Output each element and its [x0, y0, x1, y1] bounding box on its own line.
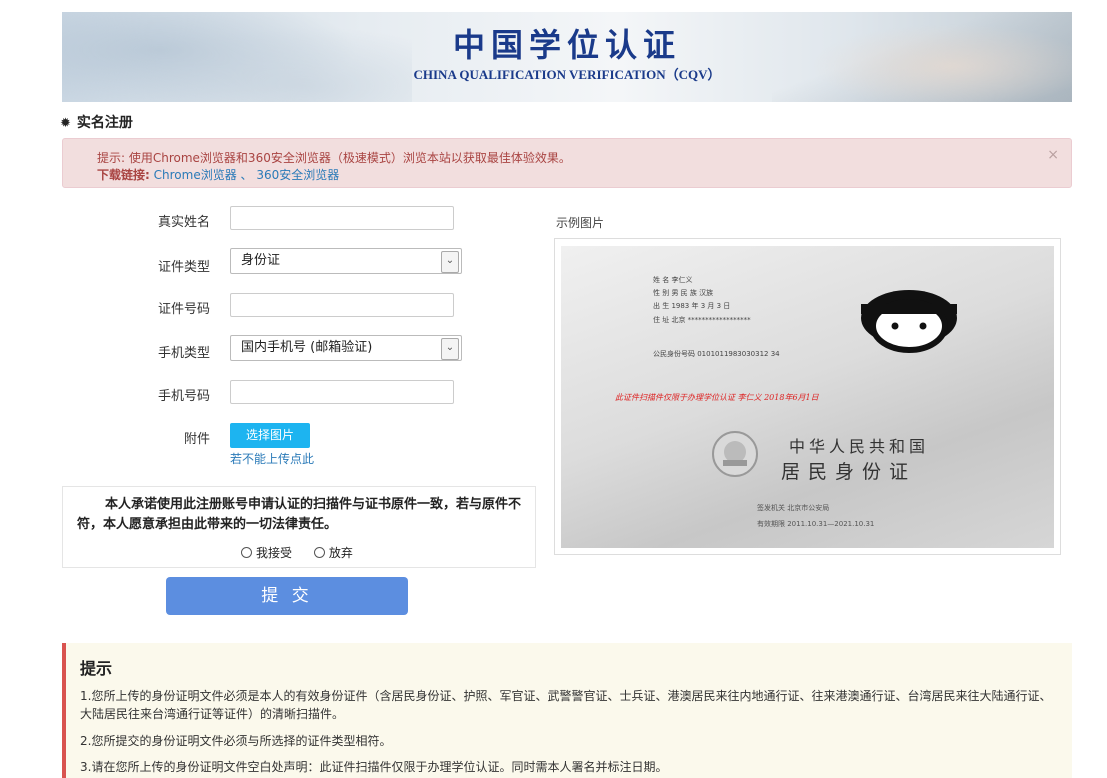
- id-number-label: 证件号码: [157, 302, 210, 317]
- submit-button[interactable]: 提 交: [166, 577, 408, 615]
- banner-title-cn: 中国学位认证: [452, 26, 681, 64]
- promise-box: 本人承诺使用此注册账号申请认证的扫描件与证书原件一致，若与原件不符，本人愿意承担…: [62, 486, 536, 568]
- card-validity-line: 有效期限 2011.10.31—2021.10.31: [757, 519, 874, 528]
- id-number-input[interactable]: [230, 293, 454, 317]
- tips-heading: 提示: [80, 659, 113, 678]
- gear-bullet-icon: ✹: [60, 116, 71, 131]
- sample-image-label: 示例图片: [556, 216, 605, 230]
- alert-tip-text: 使用Chrome浏览器和360安全浏览器（极速模式）浏览本站以获取最佳体验效果。: [125, 151, 571, 165]
- accept-label: 我接受: [256, 546, 293, 560]
- browser-alert: 提示: 使用Chrome浏览器和360安全浏览器（极速模式）浏览本站以获取最佳体…: [62, 138, 1072, 188]
- section-title: ✹ 实名注册: [60, 112, 133, 132]
- tips-panel: 提示 1.您所上传的身份证明文件必须是本人的有效身份证件（含居民身份证、护照、军…: [62, 643, 1072, 778]
- id-type-value: 身份证: [241, 253, 281, 268]
- face-avatar-icon: [861, 290, 957, 353]
- cannot-upload-link[interactable]: 若不能上传点此: [230, 450, 314, 467]
- promise-radio-group: 我接受 放弃: [241, 544, 371, 561]
- phone-type-select[interactable]: 国内手机号 (邮箱验证) ⌄: [230, 335, 462, 361]
- alert-close-icon[interactable]: ×: [1047, 147, 1059, 163]
- banner-title-en: CHINA QUALIFICATION VERIFICATION（CQV）: [413, 67, 721, 82]
- alert-download-prefix: 下载链接:: [97, 168, 150, 182]
- phone-type-value: 国内手机号 (邮箱验证): [241, 340, 373, 355]
- radio-circle-icon[interactable]: [241, 547, 252, 558]
- tip-item-2: 2.您所提交的身份证明文件必须与所选择的证件类型相符。: [80, 734, 392, 748]
- national-emblem-icon: [712, 431, 758, 477]
- phone-type-label: 手机类型: [157, 346, 210, 361]
- card-authority-line: 签发机关 北京市公安局: [757, 503, 829, 512]
- card-country: 中华人民共和国: [789, 437, 929, 456]
- alert-download-line: 下载链接: Chrome浏览器 、 360安全浏览器: [97, 166, 339, 183]
- card-handwriting: 此证件扫描件仅限于办理学位认证 李仁义 2018年6月1日: [615, 393, 820, 402]
- card-address-line: 住 址 北京 ******************: [653, 315, 751, 324]
- page-container: 中国学位认证 CHINA QUALIFICATION VERIFICATION（…: [60, 0, 1072, 778]
- tip-item-1: 1.您所上传的身份证明文件必须是本人的有效身份证件（含居民身份证、护照、军官证、…: [80, 689, 1052, 721]
- real-name-label: 真实姓名: [157, 215, 210, 230]
- card-birth-line: 出 生 1983 年 3 月 3 日: [653, 301, 730, 310]
- accept-radio[interactable]: 我接受: [241, 546, 292, 560]
- chrome-download-link[interactable]: Chrome浏览器: [154, 168, 237, 182]
- alert-tip-line: 提示: 使用Chrome浏览器和360安全浏览器（极速模式）浏览本站以获取最佳体…: [97, 149, 571, 166]
- tip-item-3: 3.请在您所上传的身份证明文件空白处声明：此证件扫描件仅限于办理学位认证。同时需…: [80, 760, 668, 774]
- decline-radio[interactable]: 放弃: [313, 546, 353, 560]
- phone-number-input[interactable]: [230, 380, 454, 404]
- promise-text: 本人承诺使用此注册账号申请认证的扫描件与证书原件一致，若与原件不符，本人愿意承担…: [77, 497, 522, 532]
- radio-circle-icon[interactable]: [313, 547, 325, 558]
- decline-label: 放弃: [328, 546, 353, 560]
- id-type-select[interactable]: 身份证 ⌄: [230, 248, 462, 274]
- choose-image-button[interactable]: 选择图片: [230, 423, 310, 448]
- card-sex-line: 性 别 男 民 族 汉族: [653, 288, 713, 297]
- chevron-down-icon[interactable]: ⌄: [441, 338, 459, 360]
- sample-id-card-image: 姓 名 李仁义 性 别 男 民 族 汉族 出 生 1983 年 3 月 3 日 …: [561, 246, 1054, 548]
- attachment-label: 附件: [183, 432, 210, 447]
- browser360-download-link[interactable]: 360安全浏览器: [256, 168, 339, 182]
- alert-tip-prefix: 提示:: [97, 151, 126, 165]
- section-title-text: 实名注册: [76, 115, 133, 131]
- sample-image-frame: 姓 名 李仁义 性 别 男 民 族 汉族 出 生 1983 年 3 月 3 日 …: [554, 238, 1061, 555]
- card-title: 居民身份证: [781, 461, 916, 483]
- id-card-illustration: 姓 名 李仁义 性 别 男 民 族 汉族 出 生 1983 年 3 月 3 日 …: [615, 275, 957, 528]
- id-type-label: 证件类型: [157, 260, 210, 275]
- real-name-input[interactable]: [230, 206, 454, 230]
- card-name-line: 姓 名 李仁义: [653, 275, 692, 284]
- chevron-down-icon[interactable]: ⌄: [441, 251, 459, 273]
- link-separator: 、: [240, 168, 253, 182]
- card-id-line: 公民身份号码 0101011983030312 34: [653, 349, 780, 358]
- header-banner: 中国学位认证 CHINA QUALIFICATION VERIFICATION（…: [62, 12, 1072, 102]
- phone-number-label: 手机号码: [157, 389, 210, 404]
